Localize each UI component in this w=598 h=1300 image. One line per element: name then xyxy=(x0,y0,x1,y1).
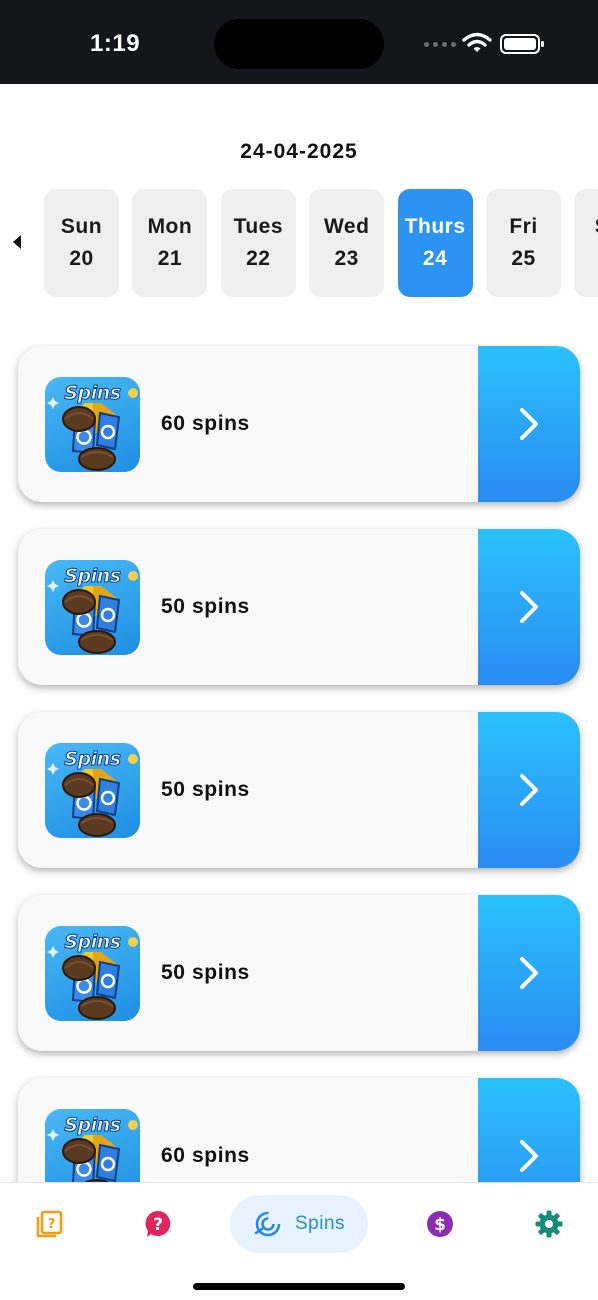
question-card-icon: ? xyxy=(36,1210,63,1238)
selected-date: 24-04-2025 xyxy=(240,140,358,163)
status-bar: 1:19 xyxy=(0,0,598,84)
day-number: 24 xyxy=(422,247,448,270)
home-indicator xyxy=(193,1283,405,1290)
bottom-nav: ? ? Spins $ xyxy=(0,1182,598,1300)
day-name: Thurs xyxy=(404,215,466,238)
dynamic-island xyxy=(214,19,384,69)
day-chip-wed[interactable]: Wed 23 xyxy=(309,189,385,297)
svg-text:$: $ xyxy=(434,1215,446,1235)
spiral-icon xyxy=(254,1211,281,1237)
nav-item-spins[interactable]: Spins xyxy=(230,1195,368,1253)
day-selector[interactable]: Sun 20 Mon 21 Tues 22 Wed 23 Thurs 24 Fri 25 Sat26 xyxy=(44,189,598,297)
reward-open-button[interactable] xyxy=(478,529,580,685)
reward-thumbnail: Spins xyxy=(45,1109,140,1182)
reward-open-button[interactable] xyxy=(478,346,580,502)
day-chip-sun[interactable]: Sun 20 xyxy=(44,189,119,297)
svg-text:?: ? xyxy=(153,1215,163,1235)
reward-thumbnail: Spins xyxy=(45,926,140,1021)
reward-card[interactable]: Spins 50 spins xyxy=(18,529,580,685)
reward-thumbnail: Spins xyxy=(45,377,140,472)
status-time: 1:19 xyxy=(90,30,141,57)
nav-item-settings[interactable] xyxy=(519,1195,579,1253)
nav-item-questions[interactable]: ? xyxy=(19,1195,79,1253)
chevron-right-icon xyxy=(520,408,538,440)
day-chip-tues[interactable]: Tues 22 xyxy=(220,189,296,297)
thumbnail-title: Spins xyxy=(64,565,122,588)
day-chip-sat[interactable]: Sat26 xyxy=(574,189,598,297)
nav-item-earnings[interactable]: $ xyxy=(410,1195,470,1253)
reward-label: 50 spins xyxy=(161,595,250,618)
dollar-coin-icon: $ xyxy=(427,1211,453,1237)
help-bubble-icon: ? xyxy=(145,1211,171,1237)
chevron-right-icon xyxy=(520,957,538,989)
caret-left-icon xyxy=(13,235,21,249)
reward-thumbnail: Spins xyxy=(45,743,140,838)
nav-item-help[interactable]: ? xyxy=(128,1195,188,1253)
day-name: Fri xyxy=(509,215,538,238)
battery-icon xyxy=(500,34,544,54)
day-name: Mon xyxy=(147,215,193,238)
day-chip-fri[interactable]: Fri 25 xyxy=(486,189,561,297)
day-number: 23 xyxy=(334,247,359,270)
thumbnail-title: Spins xyxy=(64,748,122,771)
reward-label: 50 spins xyxy=(161,961,250,984)
day-prev-button[interactable] xyxy=(10,232,26,252)
svg-text:?: ? xyxy=(48,1217,56,1232)
day-chip-mon[interactable]: Mon 21 xyxy=(132,189,208,297)
reward-label: 50 spins xyxy=(161,778,250,801)
day-name: Sun xyxy=(60,215,103,238)
reward-thumbnail: Spins xyxy=(45,560,140,655)
gear-icon xyxy=(535,1210,563,1238)
chevron-right-icon xyxy=(520,774,538,806)
day-chip-thurs[interactable]: Thurs 24 xyxy=(397,189,473,297)
reward-open-button[interactable] xyxy=(478,895,580,1051)
thumbnail-title: Spins xyxy=(64,1114,122,1137)
reward-open-button[interactable] xyxy=(478,712,580,868)
reward-list[interactable]: Spins 60 spins Spins 50 spins Spins 50 spins S… xyxy=(0,344,598,1182)
day-number: 21 xyxy=(157,247,183,270)
nav-label-spins: Spins xyxy=(294,1213,346,1234)
day-number: 25 xyxy=(511,247,536,270)
day-name: Wed xyxy=(323,215,370,238)
reward-card[interactable]: Spins 50 spins xyxy=(18,712,580,868)
day-track: Sun 20 Mon 21 Tues 22 Wed 23 Thurs 24 Fri 25 Sat26 xyxy=(44,189,598,297)
reward-card[interactable]: Spins 60 spins xyxy=(18,1078,580,1182)
day-name: Tues xyxy=(233,215,284,238)
reward-open-button[interactable] xyxy=(478,1078,580,1182)
cellular-icon xyxy=(424,42,456,47)
thumbnail-title: Spins xyxy=(64,382,122,405)
reward-label: 60 spins xyxy=(161,412,250,435)
reward-card[interactable]: Spins 50 spins xyxy=(18,895,580,1051)
reward-card[interactable]: Spins 60 spins xyxy=(18,346,580,502)
reward-label: 60 spins xyxy=(161,1144,250,1167)
day-number: 20 xyxy=(69,247,94,270)
chevron-right-icon xyxy=(520,591,538,623)
wifi-icon xyxy=(462,32,492,52)
day-number: 22 xyxy=(246,247,271,270)
chevron-right-icon xyxy=(520,1140,538,1172)
thumbnail-title: Spins xyxy=(64,931,122,954)
